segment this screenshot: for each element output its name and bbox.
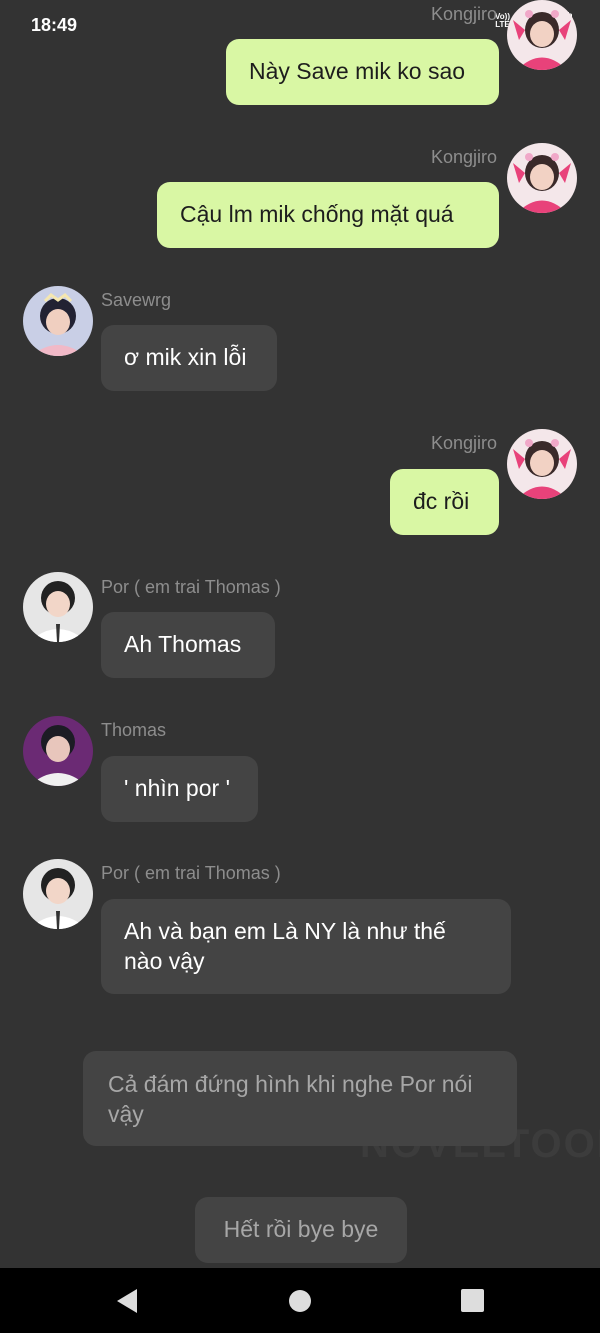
narration-box: Cả đám đứng hình khi nghe Por nói vậy — [83, 1051, 517, 1146]
avatar-por[interactable] — [23, 572, 93, 642]
sender-name: Por ( em trai Thomas ) — [101, 577, 281, 597]
navigation-bar — [0, 1268, 600, 1333]
sender-name: Savewrg — [101, 290, 172, 310]
message-bubble-other[interactable]: ' nhìn por ' — [101, 756, 258, 822]
narration-box: Hết rồi bye bye — [195, 1197, 407, 1263]
chat-screen: 18:49 Vo)) LTE Kongjiro Này Save mik ko … — [0, 0, 600, 1268]
sender-name: Kongjiro — [430, 433, 497, 453]
home-icon[interactable] — [288, 1289, 312, 1313]
message-bubble-other[interactable]: Ah và bạn em Là NY là như thế nào vậy — [101, 899, 511, 994]
message-bubble-other[interactable]: ơ mik xin lỗi — [101, 325, 277, 391]
status-time: 18:49 — [31, 15, 78, 35]
sender-name: Kongjiro — [430, 147, 497, 167]
sender-name: Thomas — [101, 720, 167, 740]
message-bubble-other[interactable]: Ah Thomas — [101, 612, 275, 678]
avatar-savewrg[interactable] — [23, 286, 93, 356]
avatar-por[interactable] — [23, 859, 93, 929]
sender-name: Kongjiro — [430, 4, 497, 24]
sender-name: Por ( em trai Thomas ) — [101, 863, 281, 883]
avatar-kongjiro[interactable] — [507, 0, 577, 70]
message-bubble-mine[interactable]: Cậu lm mik chống mặt quá — [157, 182, 499, 248]
avatar-kongjiro[interactable] — [507, 429, 577, 499]
back-icon[interactable] — [115, 1288, 139, 1314]
avatar-thomas[interactable] — [23, 716, 93, 786]
avatar-kongjiro[interactable] — [507, 143, 577, 213]
message-bubble-mine[interactable]: đc rồi — [390, 469, 499, 535]
message-bubble-mine[interactable]: Này Save mik ko sao — [226, 39, 499, 105]
recents-icon[interactable] — [461, 1289, 484, 1312]
